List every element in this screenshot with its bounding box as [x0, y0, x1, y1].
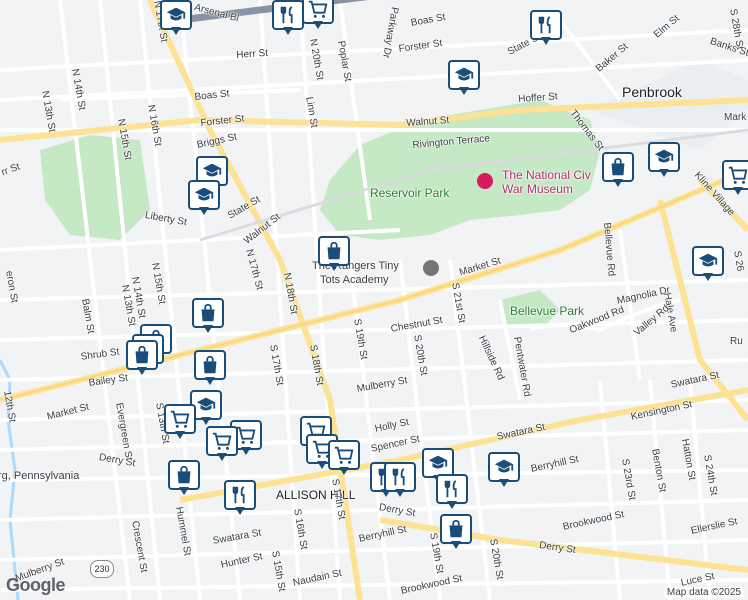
shopping-cart-icon [206, 426, 238, 456]
store-pin[interactable] [192, 298, 224, 334]
school-pin[interactable] [160, 0, 192, 36]
restaurant-pin[interactable] [384, 462, 416, 498]
street-base-layer [0, 0, 748, 600]
store-pin[interactable] [318, 236, 350, 272]
restaurant-pin[interactable] [530, 10, 562, 46]
restaurant-pin[interactable] [436, 474, 468, 510]
shopping-bag-icon [440, 514, 472, 544]
restaurant-pin[interactable] [224, 480, 256, 516]
store-pin[interactable] [126, 340, 158, 376]
shopping-bag-icon [126, 340, 158, 370]
fork-knife-icon [272, 0, 304, 30]
store-pin[interactable] [194, 350, 226, 386]
store-pin[interactable] [168, 460, 200, 496]
graduation-cap-icon [488, 452, 520, 482]
academy-marker [423, 260, 439, 276]
museum-marker [477, 173, 493, 189]
grocery-pin[interactable] [722, 160, 748, 196]
shopping-bag-icon [194, 350, 226, 380]
store-pin[interactable] [602, 152, 634, 188]
graduation-cap-icon [188, 180, 220, 210]
school-pin[interactable] [448, 60, 480, 96]
restaurant-pin[interactable] [272, 0, 304, 36]
google-logo[interactable]: Google [6, 575, 66, 596]
school-pin[interactable] [188, 180, 220, 216]
fork-knife-icon [384, 462, 416, 492]
grocery-pin[interactable] [302, 0, 334, 30]
fork-knife-icon [436, 474, 468, 504]
shopping-cart-icon [328, 440, 360, 470]
school-pin[interactable] [648, 142, 680, 178]
shopping-bag-icon [192, 298, 224, 328]
fork-knife-icon [530, 10, 562, 40]
grocery-pin[interactable] [164, 404, 196, 440]
store-pin[interactable] [440, 514, 472, 550]
fork-knife-icon [224, 480, 256, 510]
graduation-cap-icon [448, 60, 480, 90]
shopping-bag-icon [318, 236, 350, 266]
shopping-bag-icon [602, 152, 634, 182]
route-230-shield: 230 [90, 560, 114, 578]
map-canvas[interactable]: Penbrook ALLISON HILL rg, Pennsylvania R… [0, 0, 748, 600]
school-pin[interactable] [488, 452, 520, 488]
graduation-cap-icon [692, 246, 724, 276]
grocery-pin[interactable] [328, 440, 360, 476]
map-attribution[interactable]: Map data ©2025 [663, 587, 744, 598]
grocery-pin[interactable] [206, 426, 238, 462]
shopping-cart-icon [164, 404, 196, 434]
school-pin[interactable] [692, 246, 724, 282]
shopping-cart-icon [722, 160, 748, 190]
graduation-cap-icon [648, 142, 680, 172]
shopping-bag-icon [168, 460, 200, 490]
graduation-cap-icon [160, 0, 192, 30]
